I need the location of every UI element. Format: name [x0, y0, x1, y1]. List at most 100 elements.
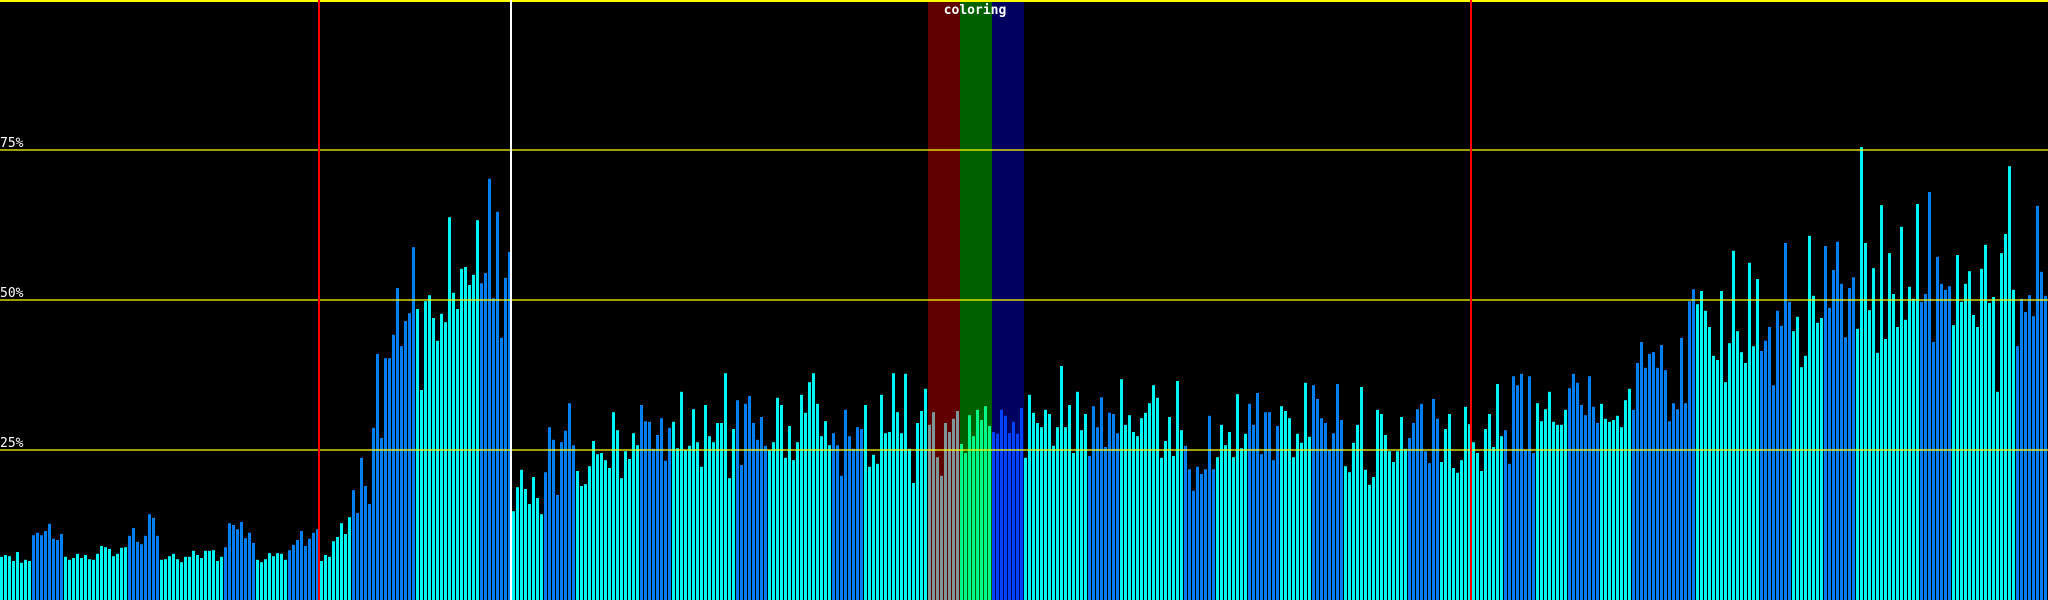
bar	[1044, 409, 1047, 600]
bar	[180, 562, 183, 600]
bar	[252, 543, 255, 600]
bar	[1852, 277, 1855, 600]
bar	[820, 436, 823, 600]
bar	[1420, 403, 1423, 600]
bar	[1052, 445, 1055, 600]
bar	[832, 433, 835, 600]
bar	[1352, 442, 1355, 600]
bar	[1820, 318, 1823, 600]
bar	[2012, 289, 2015, 600]
bar	[1500, 436, 1503, 600]
bar	[500, 337, 503, 600]
bar	[1740, 352, 1743, 600]
bar	[1756, 279, 1759, 600]
bar	[1776, 310, 1779, 600]
bar	[1048, 414, 1051, 600]
bar	[748, 396, 751, 600]
bar	[552, 439, 555, 600]
bar	[1540, 421, 1543, 600]
bar	[16, 552, 19, 600]
bar	[1348, 472, 1351, 600]
bar	[1436, 418, 1439, 600]
bar	[1812, 295, 1815, 600]
bar	[848, 436, 851, 600]
bar	[1284, 411, 1287, 600]
bar	[548, 427, 551, 600]
bar	[688, 445, 691, 600]
bar-chart: 75% 50% 25% coloring	[0, 0, 2048, 600]
bar	[1336, 384, 1339, 600]
bar	[1896, 327, 1899, 600]
bar	[952, 418, 955, 600]
bar	[1276, 426, 1279, 600]
bar	[492, 298, 495, 600]
bar	[224, 547, 227, 600]
bar	[1924, 294, 1927, 600]
bar	[248, 532, 251, 600]
bar	[1004, 415, 1007, 600]
bar	[1196, 466, 1199, 600]
bar	[1200, 474, 1203, 600]
bar	[280, 553, 283, 600]
bar	[844, 409, 847, 600]
bar	[1676, 409, 1679, 600]
y-tick-label-25: 25%	[0, 436, 24, 451]
bar	[1096, 427, 1099, 600]
bar	[1416, 409, 1419, 600]
bar	[1716, 360, 1719, 600]
bar	[1456, 472, 1459, 600]
bar	[1844, 337, 1847, 600]
bar	[884, 433, 887, 600]
bar	[1780, 325, 1783, 600]
bar	[1056, 427, 1059, 600]
bar	[672, 421, 675, 600]
bar	[2032, 316, 2035, 600]
bar	[1400, 417, 1403, 600]
bar	[80, 558, 83, 600]
bar	[836, 445, 839, 600]
bar	[416, 309, 419, 600]
bar	[948, 432, 951, 600]
bar	[1824, 246, 1827, 600]
bar	[1888, 253, 1891, 600]
bar	[680, 391, 683, 600]
bar	[440, 313, 443, 600]
bar	[304, 546, 307, 600]
bar	[1544, 409, 1547, 600]
bar	[1360, 387, 1363, 600]
bar	[648, 421, 651, 600]
bar	[1000, 409, 1003, 600]
bar	[740, 465, 743, 600]
bar	[308, 538, 311, 600]
bar	[1552, 421, 1555, 600]
bar	[128, 535, 131, 600]
bar	[912, 483, 915, 600]
bar	[760, 417, 763, 600]
bar	[172, 553, 175, 600]
bar	[1984, 244, 1987, 600]
bar	[736, 400, 739, 600]
bar	[984, 406, 987, 600]
bar	[1512, 376, 1515, 600]
bar	[692, 409, 695, 600]
bar	[1736, 331, 1739, 600]
bar	[348, 517, 351, 600]
bar	[1120, 379, 1123, 600]
bar	[200, 558, 203, 600]
bar	[84, 555, 87, 600]
bar	[1980, 268, 1983, 600]
bar	[1528, 376, 1531, 600]
bar	[824, 421, 827, 600]
bar	[184, 556, 187, 600]
bar	[480, 283, 483, 600]
bar	[496, 211, 499, 600]
bar	[164, 559, 167, 600]
bar	[2028, 295, 2031, 600]
bar	[1228, 432, 1231, 600]
bar	[160, 559, 163, 600]
bar	[976, 409, 979, 600]
bar	[236, 529, 239, 600]
bar	[300, 531, 303, 600]
bar	[460, 268, 463, 600]
bar	[592, 441, 595, 600]
